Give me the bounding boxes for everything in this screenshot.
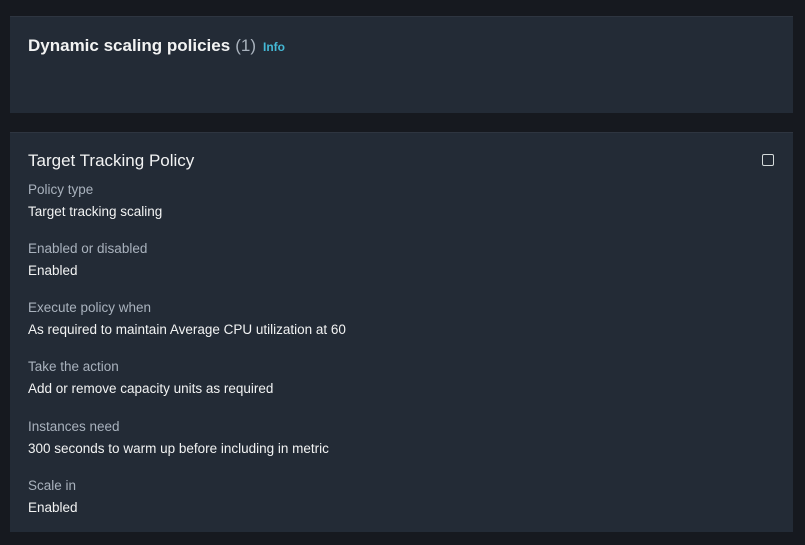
info-link[interactable]: Info [263, 40, 285, 54]
field-policy-type: Policy type Target tracking scaling [28, 181, 162, 221]
field-value: As required to maintain Average CPU util… [28, 322, 346, 337]
field-scale-in: Scale in Enabled [28, 477, 78, 517]
field-label: Scale in [28, 478, 77, 493]
header-row: Dynamic scaling policies (1) Info [28, 36, 285, 56]
field-label: Instances need [28, 419, 120, 434]
field-label: Execute policy when [28, 300, 152, 315]
policy-count: (1) [235, 36, 256, 55]
policy-select-checkbox[interactable] [762, 154, 774, 166]
field-value: Enabled [28, 500, 78, 515]
policy-card: Target Tracking Policy Policy type Targe… [10, 132, 793, 532]
field-take-the-action: Take the action Add or remove capacity u… [28, 358, 273, 398]
field-label: Take the action [28, 359, 119, 374]
field-label: Policy type [28, 182, 94, 197]
field-value: Add or remove capacity units as required [28, 381, 274, 396]
field-value: 300 seconds to warm up before including … [28, 441, 329, 456]
field-execute-policy-when: Execute policy when As required to maint… [28, 299, 346, 339]
field-value: Target tracking scaling [28, 204, 163, 219]
field-instances-need: Instances need 300 seconds to warm up be… [28, 418, 329, 458]
page: Dynamic scaling policies (1) Info Target… [0, 0, 805, 545]
section-title: Dynamic scaling policies [28, 36, 231, 55]
field-value: Enabled [28, 263, 78, 278]
dynamic-scaling-policies-header: Dynamic scaling policies (1) Info [10, 16, 793, 113]
field-enabled-or-disabled: Enabled or disabled Enabled [28, 240, 147, 280]
policy-title: Target Tracking Policy [28, 151, 195, 170]
field-label: Enabled or disabled [28, 241, 148, 256]
